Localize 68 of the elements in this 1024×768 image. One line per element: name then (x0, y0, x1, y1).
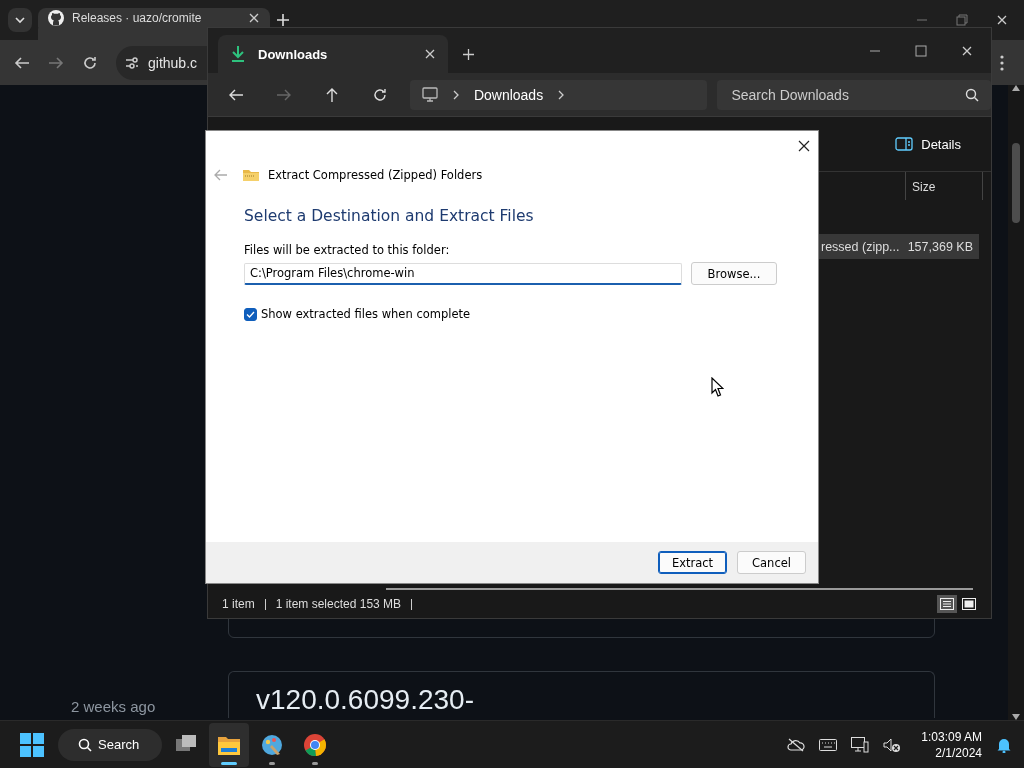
dialog-button[interactable]: Cancel (737, 551, 806, 574)
address-bar[interactable]: github.c (116, 45, 207, 80)
volume-muted-icon[interactable] (883, 736, 902, 753)
chevron-right-icon[interactable] (557, 89, 566, 100)
details-pane-icon (895, 137, 914, 151)
selection-info: 1 item selected 153 MB (275, 597, 402, 611)
checkbox-label: Show extracted files when complete (261, 307, 471, 321)
details-view-button[interactable] (937, 595, 957, 613)
column-header[interactable]: Size (905, 172, 983, 200)
tiles-view-button[interactable] (959, 595, 979, 613)
search-placeholder: Search Downloads (731, 86, 850, 103)
release-date: 2 weeks ago (70, 697, 157, 715)
github-logo-icon (48, 9, 64, 26)
dialog-title: Extract Compressed (Zipped) Folders (268, 168, 483, 182)
reload-icon[interactable] (82, 54, 98, 71)
taskbar-app-button[interactable] (209, 722, 249, 767)
restore-icon[interactable] (956, 14, 968, 26)
item-count: 1 item (222, 597, 255, 611)
url-text: github.c (148, 54, 198, 71)
check-icon (246, 310, 255, 318)
cloud-off-icon[interactable] (787, 737, 806, 752)
browse-button[interactable]: Browse... (691, 262, 777, 285)
start-icon[interactable] (20, 732, 44, 757)
file-type: ressed (zipp... (820, 239, 901, 254)
dialog-heading: Select a Destination and Extract Files (244, 207, 535, 225)
field-label: Files will be extracted to this folder: (244, 243, 451, 257)
bell-icon[interactable] (996, 736, 1012, 753)
destination-field[interactable]: C:\Program Files\chrome-win (244, 262, 682, 285)
zip-folder-icon (242, 168, 260, 182)
search-button[interactable]: Search (58, 728, 162, 761)
new-tab-icon[interactable] (462, 48, 475, 61)
close-icon[interactable] (798, 140, 810, 152)
checkbox[interactable] (244, 307, 257, 321)
tab-title: Downloads (258, 46, 329, 62)
tab-list-icon[interactable] (8, 8, 32, 32)
mouse-cursor-icon (711, 377, 724, 397)
scrollbar[interactable] (386, 588, 973, 590)
forward-icon[interactable] (48, 54, 64, 71)
address-bar[interactable]: Downloads (409, 79, 708, 110)
search-icon (78, 737, 92, 752)
maximize-icon[interactable] (915, 44, 927, 57)
scrollbar-thumb[interactable] (1012, 142, 1020, 223)
file-row[interactable]: ressed (zipp... 157,369 KB (819, 234, 979, 259)
chevron-right-icon (451, 89, 460, 100)
scrollbar[interactable] (1008, 85, 1024, 720)
new-tab-icon[interactable] (276, 13, 290, 27)
network-icon[interactable] (851, 736, 870, 753)
preview-icon (962, 598, 976, 610)
chrome-icon (303, 732, 327, 757)
search-icon (964, 87, 979, 102)
refresh-icon[interactable] (371, 86, 388, 103)
search-field[interactable]: Search Downloads (717, 79, 991, 110)
back-icon[interactable] (14, 54, 30, 71)
explorer-tab[interactable]: Downloads (218, 35, 448, 73)
details-pane-button[interactable]: Details (891, 132, 965, 156)
keyboard-icon[interactable] (819, 738, 838, 751)
file-size: 157,369 KB (907, 239, 974, 254)
site-settings-icon (124, 54, 140, 71)
tab-title: Releases · uazo/cromite (72, 10, 203, 25)
release-title: v120.0.6099.230- (256, 684, 475, 716)
monitor-icon (421, 86, 438, 103)
dialog-button[interactable]: Extract (658, 551, 727, 574)
palette-icon (260, 732, 284, 757)
clock[interactable]: 1:03:09 AM 2/1/2024 (921, 729, 982, 760)
breadcrumb-item[interactable]: Downloads (473, 86, 544, 103)
download-icon (230, 45, 246, 63)
more-menu-icon[interactable] (1000, 54, 1004, 71)
list-icon (940, 598, 954, 610)
